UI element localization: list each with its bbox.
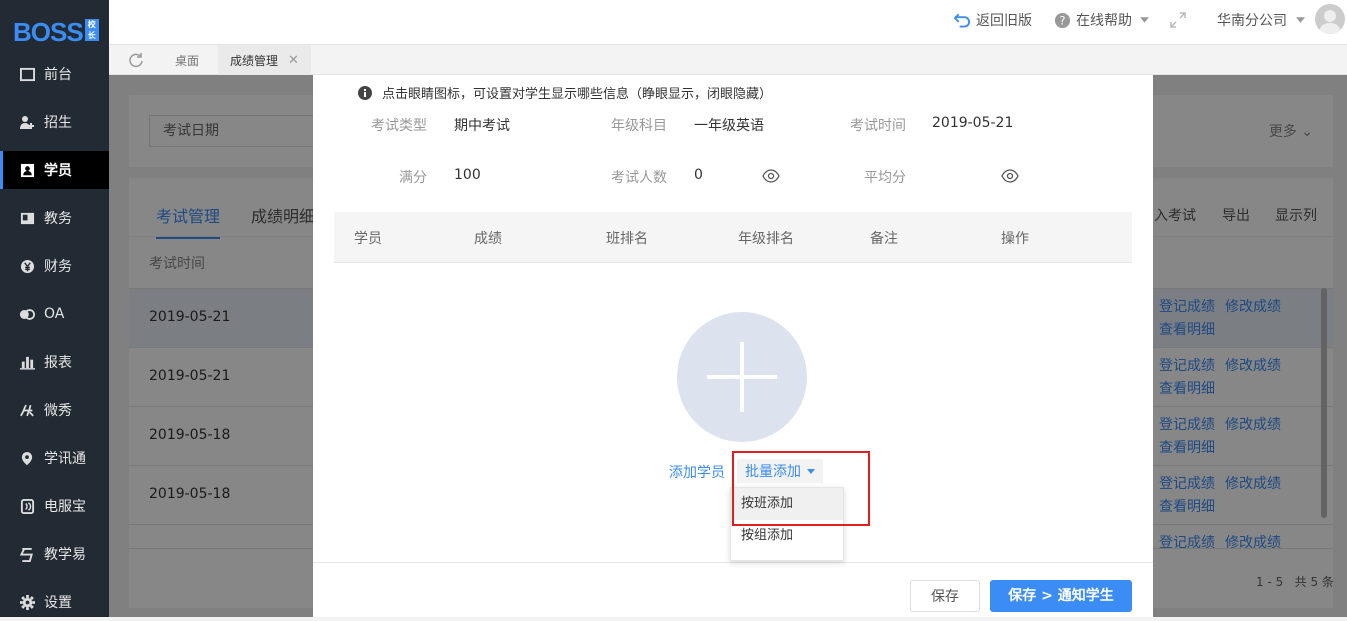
- sidebar-item-label: OA: [44, 306, 65, 322]
- sidebar-item-oa[interactable]: OA: [0, 295, 109, 333]
- bar-chart-icon: [19, 354, 35, 370]
- avatar[interactable]: [1315, 4, 1345, 34]
- page-tabs-bar: 桌面 成绩管理 ✕: [109, 44, 1347, 75]
- highlight-box: [732, 451, 870, 526]
- exam-count-label: 考试人数: [611, 170, 667, 186]
- sidebar-item-label: 学讯通: [44, 451, 86, 467]
- sidebar-item-label: 学员: [44, 163, 72, 179]
- sidebar-item-finance[interactable]: 财务: [0, 247, 109, 285]
- exam-count-value: 0: [694, 167, 703, 183]
- sidebar-item-reports[interactable]: 报表: [0, 343, 109, 381]
- average-label: 平均分: [864, 170, 906, 186]
- user-plus-icon: [19, 114, 35, 130]
- refresh-button[interactable]: [117, 45, 155, 75]
- eye-icon[interactable]: [762, 169, 780, 187]
- weixiu-icon: [19, 402, 35, 418]
- yen-icon: [19, 258, 35, 274]
- info-icon: [358, 85, 372, 100]
- col-score: 成绩: [474, 231, 502, 247]
- grade-subject-label: 年级科目: [611, 118, 667, 134]
- sidebar-item-dianfubao[interactable]: 电服宝: [0, 487, 109, 525]
- location-icon: [19, 450, 35, 466]
- help-label: 在线帮助: [1076, 13, 1132, 29]
- save-and-notify-button[interactable]: 保存 > 通知学生: [990, 580, 1132, 612]
- tab-current-label: 成绩管理: [230, 53, 279, 68]
- eye-icon[interactable]: [1001, 169, 1019, 187]
- back-arrow-icon: [954, 12, 971, 28]
- gear-icon: [19, 594, 35, 610]
- sidebar-item-label: 报表: [44, 355, 72, 371]
- grade-subject-value: 一年级英语: [694, 118, 764, 134]
- teach-icon: [19, 546, 35, 562]
- book-icon: [19, 210, 35, 226]
- phone-service-icon: [19, 498, 35, 514]
- col-actions: 操作: [1001, 231, 1029, 247]
- sidebar-item-students[interactable]: 学员: [0, 151, 109, 189]
- col-student: 学员: [354, 231, 382, 247]
- svg-text:?: ?: [1059, 13, 1065, 27]
- col-remark: 备注: [870, 231, 898, 247]
- student-card-icon: [19, 162, 35, 178]
- sidebar-item-teaching[interactable]: 教务: [0, 199, 109, 237]
- expand-icon: [1169, 11, 1187, 29]
- oa-icon: [19, 306, 35, 322]
- back-old-label: 返回旧版: [976, 13, 1032, 29]
- sidebar-item-label: 教学易: [44, 547, 86, 563]
- sidebar-item-settings[interactable]: 设置: [0, 583, 109, 621]
- tab-home[interactable]: 桌面: [163, 45, 211, 75]
- sidebar-item-label: 微秀: [44, 403, 72, 419]
- plus-icon: [707, 342, 777, 412]
- exam-type-value: 期中考试: [454, 118, 510, 134]
- company-label: 华南分公司: [1217, 13, 1287, 29]
- col-class-rank: 班排名: [606, 231, 648, 247]
- full-score-label: 满分: [399, 170, 427, 186]
- tip-bar: 点击眼睛图标，可设置对学生显示哪些信息（睁眼显示，闭眼隐藏）: [358, 83, 772, 102]
- company-selector[interactable]: 华南分公司: [1217, 0, 1305, 40]
- chevron-down-icon: [1140, 17, 1149, 23]
- tab-score-management[interactable]: 成绩管理 ✕: [218, 45, 311, 75]
- sidebar-item-label: 设置: [44, 595, 72, 611]
- full-score-value: 100: [454, 167, 481, 183]
- sidebar-item-xuexuntong[interactable]: 学讯通: [0, 439, 109, 477]
- sidebar-item-front-desk[interactable]: 前台: [0, 55, 109, 93]
- chevron-down-icon: [1296, 17, 1305, 23]
- help-icon: ?: [1054, 12, 1071, 29]
- sidebar-item-label: 财务: [44, 259, 72, 275]
- sidebar-item-label: 前台: [44, 67, 72, 83]
- tab-home-label: 桌面: [175, 53, 200, 68]
- online-help-button[interactable]: ? 在线帮助: [1054, 0, 1149, 40]
- close-icon[interactable]: ✕: [288, 53, 299, 68]
- add-student-plus-button[interactable]: [677, 312, 807, 442]
- tip-text: 点击眼睛图标，可设置对学生显示哪些信息（睁眼显示，闭眼隐藏）: [382, 87, 773, 102]
- fullscreen-button[interactable]: [1169, 0, 1187, 40]
- sidebar: BOSS校长 前台 招生 学员 教务 财务 OA 报表 微秀 学讯通 电服宝: [0, 0, 109, 617]
- exam-type-label: 考试类型: [371, 118, 427, 134]
- desk-icon: [19, 66, 35, 82]
- top-bar: 返回旧版 ? 在线帮助 华南分公司: [109, 0, 1347, 44]
- sidebar-item-jiaoxueyi[interactable]: 教学易: [0, 535, 109, 573]
- refresh-icon: [128, 52, 144, 68]
- back-to-old-version-link[interactable]: 返回旧版: [954, 0, 1032, 40]
- sidebar-item-enroll[interactable]: 招生: [0, 103, 109, 141]
- sidebar-item-label: 电服宝: [44, 499, 86, 515]
- exam-time-value: 2019-05-21: [932, 115, 1014, 131]
- col-grade-rank: 年级排名: [738, 231, 794, 247]
- add-student-link[interactable]: 添加学员: [669, 462, 725, 482]
- logo-badge: 校长: [84, 19, 99, 41]
- boss-logo[interactable]: BOSS 校长: [13, 17, 99, 48]
- save-button[interactable]: 保存: [910, 580, 980, 612]
- sidebar-item-label: 招生: [44, 115, 72, 131]
- sidebar-item-weixiu[interactable]: 微秀: [0, 391, 109, 429]
- exam-time-label: 考试时间: [850, 118, 906, 134]
- sidebar-item-label: 教务: [44, 211, 72, 227]
